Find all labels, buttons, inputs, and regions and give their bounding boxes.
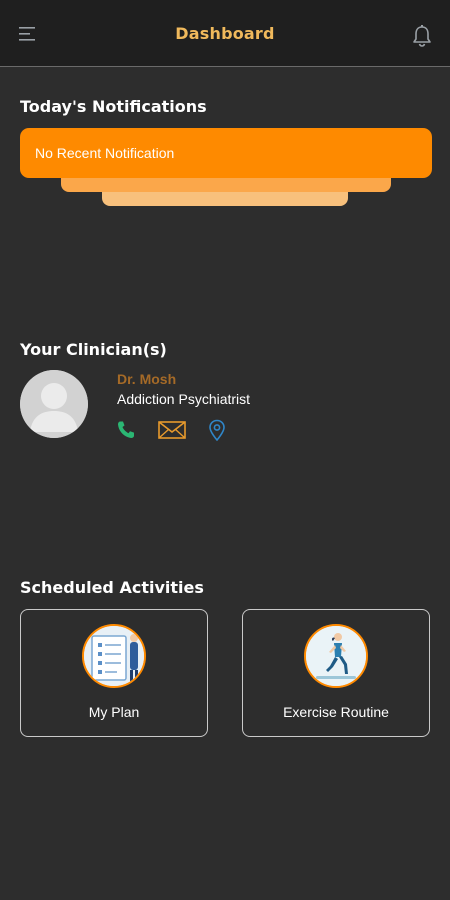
notification-card[interactable]: No Recent Notification [20, 128, 432, 178]
activity-card-my-plan[interactable]: My Plan [20, 609, 208, 737]
activity-card-exercise-routine[interactable]: Exercise Routine [242, 609, 430, 737]
notification-stack[interactable]: No Recent Notification [20, 128, 432, 208]
plan-checklist-icon [82, 624, 146, 688]
avatar-placeholder-icon [20, 370, 88, 438]
page-title: Dashboard [175, 24, 275, 43]
phone-icon[interactable] [116, 420, 136, 440]
location-pin-icon[interactable] [208, 419, 226, 441]
app-header: Dashboard [0, 0, 450, 67]
activity-label: Exercise Routine [283, 704, 389, 720]
mail-icon[interactable] [158, 421, 186, 439]
clinician-avatar[interactable] [20, 370, 88, 438]
activities-section-title: Scheduled Activities [20, 578, 204, 597]
bell-icon[interactable] [411, 24, 433, 48]
running-person-icon [304, 624, 368, 688]
notifications-section-title: Today's Notifications [20, 97, 207, 116]
clinician-role: Addiction Psychiatrist [117, 391, 251, 407]
clinicians-section-title: Your Clinician(s) [20, 340, 167, 359]
notification-message: No Recent Notification [35, 145, 175, 161]
clinician-name[interactable]: Dr. Mosh [117, 371, 176, 387]
activity-label: My Plan [88, 704, 140, 720]
